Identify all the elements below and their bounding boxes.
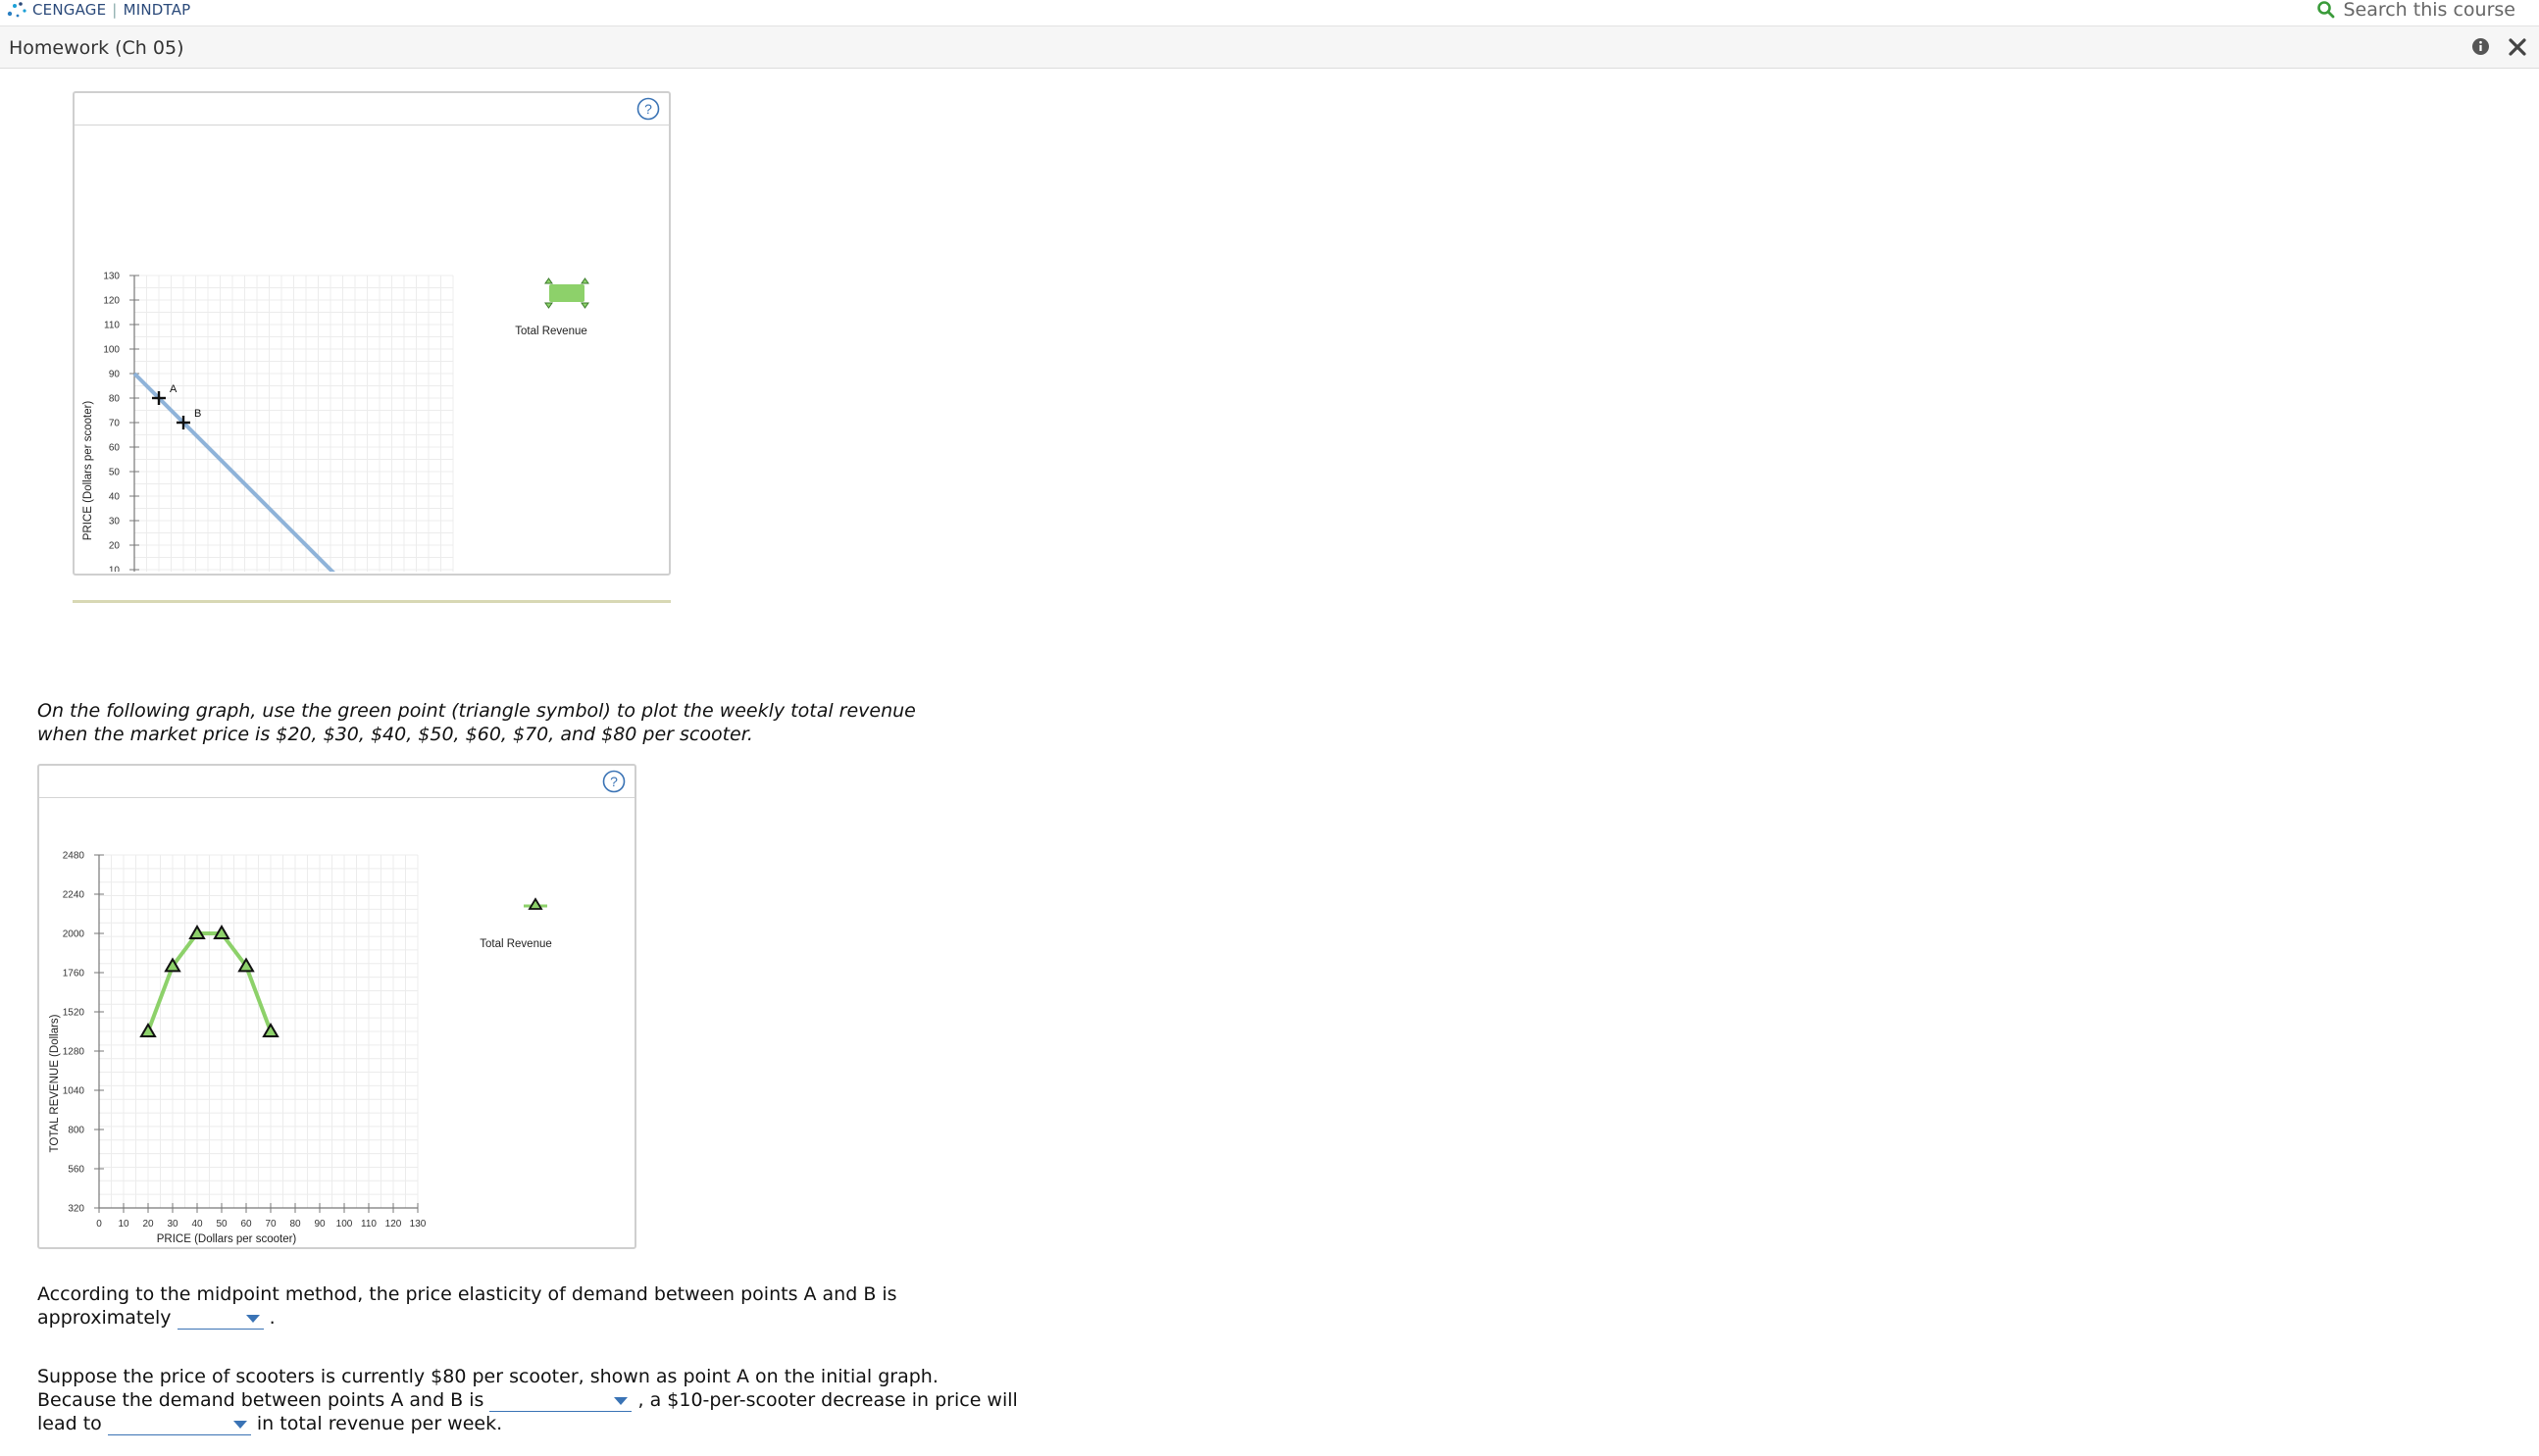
demand-graph-panel: ? 01020304050607080901001101201300102030… [73, 91, 671, 576]
page-title: Homework (Ch 05) [9, 37, 184, 59]
y-tick-label: 30 [109, 517, 121, 527]
help-icon[interactable]: ? [602, 770, 626, 793]
brand-name: CENGAGE [32, 1, 107, 19]
total-revenue-point-triangle-icon [262, 1023, 279, 1037]
y-tick-label: 100 [103, 345, 120, 356]
panel-header: ? [39, 766, 635, 798]
y-tick-label: 90 [109, 370, 121, 380]
x-tick-label: 70 [265, 1219, 277, 1230]
y-tick-label: 560 [68, 1165, 84, 1176]
chevron-down-icon [245, 1315, 260, 1323]
legend-total-revenue: Total Revenue [480, 897, 552, 950]
y-tick-label: 130 [103, 272, 120, 282]
total-revenue-point-triangle-icon [139, 1023, 157, 1037]
section-divider [73, 600, 671, 603]
point-label: B [194, 408, 201, 420]
legend-triangle-icon [544, 277, 553, 284]
legend-triangle-icon [581, 277, 589, 284]
assignment-title-bar: Homework (Ch 05) [0, 26, 2539, 69]
y-tick-label: 20 [109, 541, 121, 552]
legend-label: Total Revenue [515, 326, 587, 337]
demand-type-dropdown[interactable] [489, 1391, 633, 1413]
y-axis-label: TOTAL REVENUE (Dollars) [49, 1014, 61, 1152]
x-tick-label: 30 [167, 1219, 178, 1230]
legend-triangle-icon [528, 897, 543, 910]
x-tick-label: 60 [240, 1219, 252, 1230]
y-axis-label: PRICE (Dollars per scooter) [82, 401, 94, 541]
revenue-change-dropdown[interactable] [107, 1415, 251, 1436]
brand-separator: | [112, 1, 118, 19]
total-revenue-graph-panel: ? 320 560 800 1040 1280 1520 1760 2000 2240 2480 0… [37, 764, 636, 1249]
y-tick-label: 1040 [63, 1086, 85, 1097]
legend-label: Total Revenue [480, 938, 552, 950]
total-revenue-chart[interactable]: 32056080010401280152017602000224024800 10… [39, 797, 635, 1246]
x-tick-label: 80 [289, 1219, 301, 1230]
y-tick-label: 70 [109, 419, 121, 429]
y-tick-label: 2240 [63, 890, 85, 901]
legend-total-revenue: Total Revenue [515, 277, 589, 337]
product-name: MINDTAP [123, 1, 191, 19]
x-tick-label: 90 [314, 1219, 326, 1230]
x-tick-label: 40 [191, 1219, 203, 1230]
x-tick-label: 20 [142, 1219, 154, 1230]
help-label: ? [644, 101, 652, 117]
question-text-end: in total revenue per week. [256, 1413, 503, 1434]
top-bar: CENGAGE | MINDTAP Search this course [0, 0, 2539, 26]
close-icon[interactable] [2506, 35, 2529, 59]
x-tick-label: 130 [410, 1219, 427, 1230]
legend-triangle-icon [544, 302, 553, 309]
info-icon[interactable] [2471, 37, 2490, 56]
search-course-link[interactable]: Search this course [2315, 0, 2515, 21]
y-tick-label: 2480 [63, 851, 85, 862]
help-icon[interactable]: ? [636, 97, 660, 121]
y-tick-label: 2000 [63, 929, 85, 940]
y-tick-label: 10 [109, 566, 121, 573]
help-label: ? [610, 774, 618, 789]
x-tick-label: 120 [385, 1219, 402, 1230]
chevron-down-icon [232, 1421, 247, 1429]
y-tick-label: 110 [104, 321, 120, 331]
panel-header: ? [75, 93, 669, 126]
legend-tool-icon [549, 284, 584, 302]
brand[interactable]: CENGAGE | MINDTAP [6, 0, 190, 20]
point-label: A [170, 383, 178, 395]
y-tick-label: 1760 [63, 969, 85, 979]
y-tick-label: 60 [109, 443, 121, 454]
chevron-down-icon [614, 1397, 629, 1405]
y-tick-label: 800 [68, 1126, 84, 1136]
y-tick-label: 320 [68, 1204, 84, 1215]
elasticity-dropdown[interactable] [177, 1309, 264, 1330]
y-tick-label: 40 [109, 492, 121, 503]
x-axis-label: PRICE (Dollars per scooter) [157, 1233, 297, 1245]
search-icon [2317, 1, 2335, 19]
demand-chart[interactable]: 0102030405060708090100110120130010203040… [75, 125, 669, 572]
cengage-logo-icon [6, 0, 27, 20]
y-tick-label: 50 [109, 468, 121, 478]
y-tick-label: 120 [103, 296, 120, 307]
question-total-revenue: Suppose the price of scooters is current… [37, 1365, 1018, 1435]
search-label: Search this course [2343, 0, 2515, 21]
dropdown-value [108, 1418, 112, 1436]
y-tick-label: 1520 [63, 1008, 85, 1019]
instruction-text: On the following graph, use the green po… [37, 700, 916, 745]
x-tick-label: 10 [118, 1219, 129, 1230]
x-tick-label: 100 [336, 1219, 353, 1230]
x-tick-label: 0 [96, 1219, 102, 1230]
question-elasticity: According to the midpoint method, the pr… [37, 1282, 969, 1330]
y-tick-label: 1280 [63, 1047, 85, 1058]
x-tick-label: 50 [216, 1219, 228, 1230]
dropdown-value [489, 1394, 493, 1413]
legend-triangle-icon [581, 302, 589, 309]
y-tick-label: 80 [109, 394, 121, 405]
x-tick-label: 110 [361, 1219, 377, 1230]
question-text-end: . [269, 1307, 276, 1329]
question-text: According to the midpoint method, the pr… [37, 1283, 897, 1329]
dropdown-value [178, 1312, 181, 1330]
